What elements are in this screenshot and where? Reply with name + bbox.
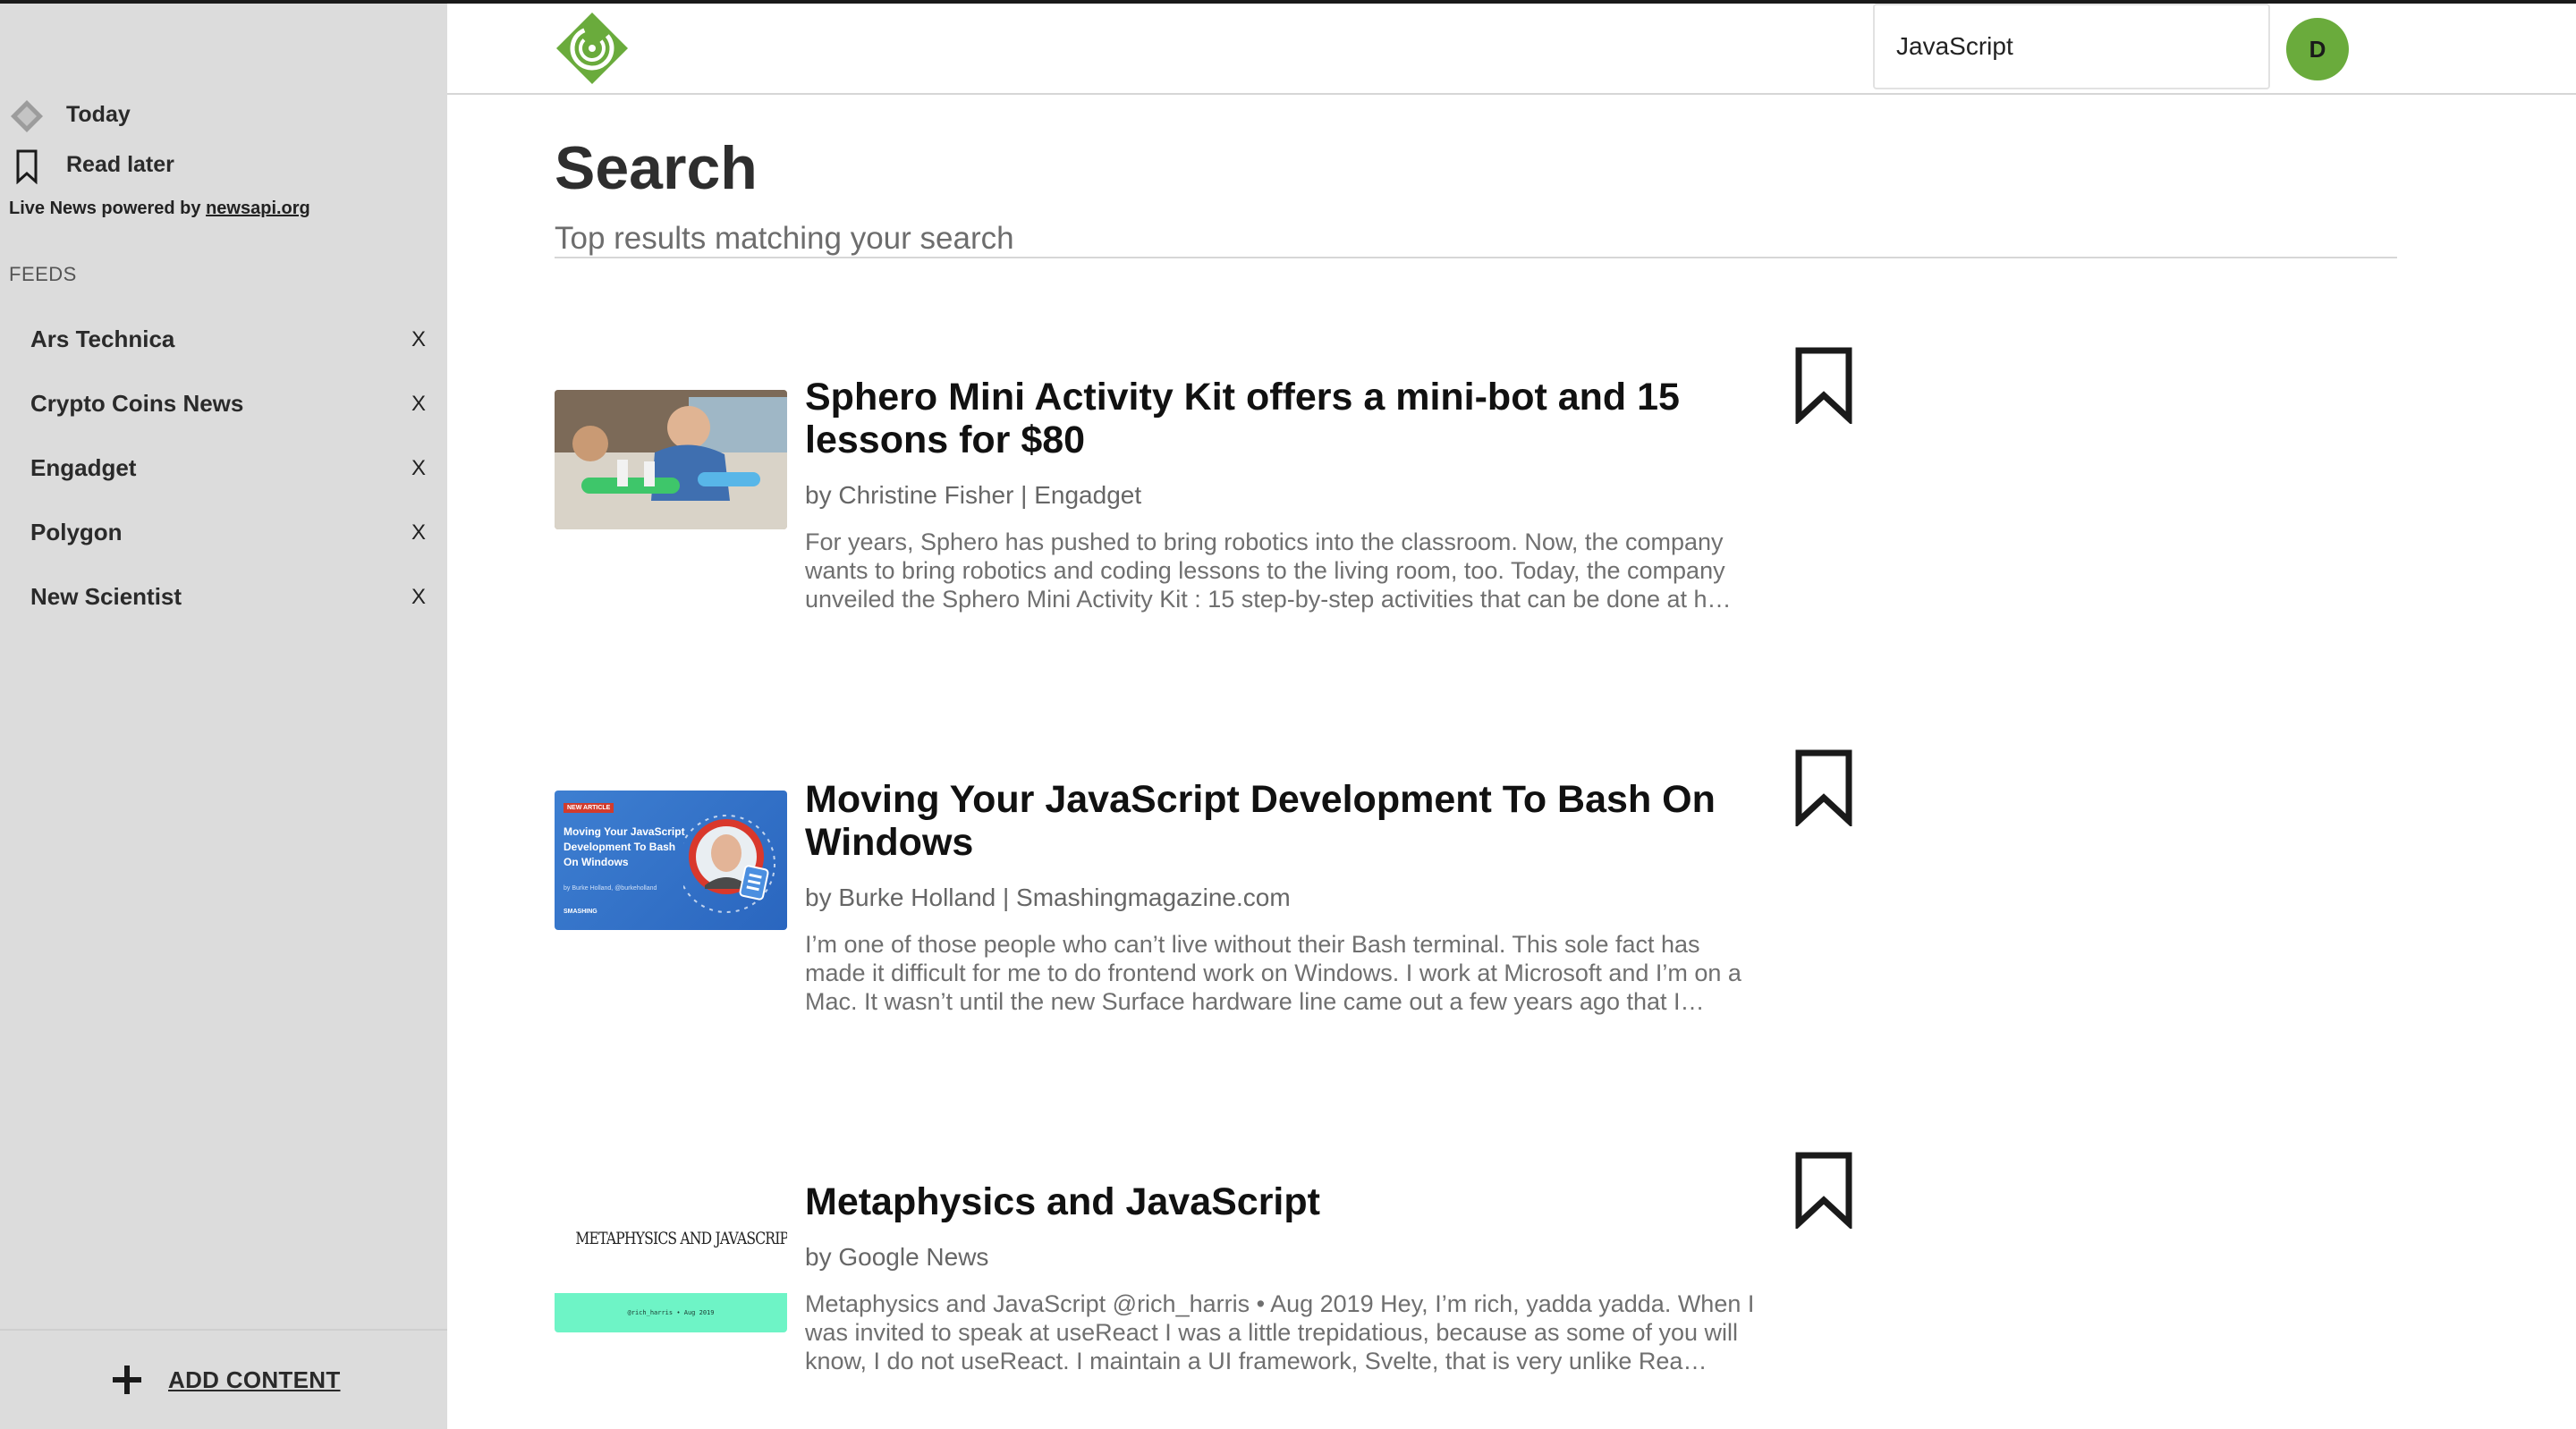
sidebar: Today Read later Live News powered by ne… xyxy=(0,4,447,1429)
remove-feed-button[interactable]: X xyxy=(411,585,426,610)
sidebar-item-label: Today xyxy=(66,101,131,127)
header-divider xyxy=(447,93,2576,95)
thumbnail-author: by Burke Holland, @burkeholland xyxy=(564,885,657,892)
app-logo-icon[interactable] xyxy=(555,11,630,86)
article-thumbnail[interactable]: NEW ARTICLE Moving Your JavaScript Devel… xyxy=(555,791,787,930)
bookmark-icon[interactable] xyxy=(1794,1152,1853,1229)
feed-item[interactable]: Polygon X xyxy=(0,506,447,560)
sidebar-divider xyxy=(0,1329,447,1331)
feed-item[interactable]: New Scientist X xyxy=(0,571,447,624)
thumbnail-footer: @rich_harris • Aug 2019 xyxy=(627,1309,715,1316)
search-input[interactable] xyxy=(1873,4,2270,89)
title-divider xyxy=(555,257,2397,258)
article-description: For years, Sphero has pushed to bring ro… xyxy=(805,528,1732,613)
article-description: Metaphysics and JavaScript @rich_harris … xyxy=(805,1290,1755,1374)
author-portrait-icon xyxy=(683,815,775,913)
article-title[interactable]: Moving Your JavaScript Development To Ba… xyxy=(805,778,1726,864)
page-subtitle: Top results matching your search xyxy=(555,221,1014,256)
sidebar-item-label: Read later xyxy=(66,151,174,177)
feed-label: New Scientist xyxy=(30,583,182,610)
feed-item[interactable]: Crypto Coins News X xyxy=(0,377,447,431)
article-byline: by Burke Holland | Smashingmagazine.com xyxy=(805,884,1291,911)
bookmark-icon[interactable] xyxy=(1794,347,1853,424)
feed-label: Crypto Coins News xyxy=(30,390,244,417)
feeds-heading: FEEDS xyxy=(9,263,77,285)
article-byline: by Google News xyxy=(805,1243,989,1271)
add-content-label: ADD CONTENT xyxy=(168,1366,341,1393)
bookmark-icon[interactable] xyxy=(1794,749,1853,826)
thumbnail-badge: NEW ARTICLE xyxy=(564,803,614,813)
remove-feed-button[interactable]: X xyxy=(411,392,426,417)
article-title[interactable]: Sphero Mini Activity Kit offers a mini-b… xyxy=(805,376,1726,461)
thumbnail-brand: SMASHING xyxy=(564,909,597,915)
remove-feed-button[interactable]: X xyxy=(411,520,426,545)
article-thumbnail[interactable]: METAPHYSICS AND JAVASCRIPT @rich_harris … xyxy=(555,1193,787,1332)
remove-feed-button[interactable]: X xyxy=(411,456,426,481)
add-content-button[interactable]: ADD CONTENT xyxy=(109,1357,341,1402)
feed-label: Ars Technica xyxy=(30,326,175,352)
feed-item[interactable]: Ars Technica X xyxy=(0,313,447,367)
article-byline: by Christine Fisher | Engadget xyxy=(805,481,1142,509)
article-thumbnail[interactable] xyxy=(555,390,787,529)
powered-prefix: Live News powered by xyxy=(9,199,207,218)
remove-feed-button[interactable]: X xyxy=(411,327,426,352)
page-title: Search xyxy=(555,134,758,202)
thumbnail-title: Moving Your JavaScript Development To Ba… xyxy=(564,825,685,868)
thumbnail-title: METAPHYSICS AND JAVASCRIPT xyxy=(575,1229,787,1248)
today-diamond-icon xyxy=(11,100,43,132)
bookmark-icon xyxy=(16,149,38,184)
feed-label: Engadget xyxy=(30,454,137,481)
feed-item[interactable]: Engadget X xyxy=(0,442,447,495)
avatar[interactable]: D xyxy=(2286,18,2349,80)
plus-icon xyxy=(113,1366,141,1394)
newsapi-link[interactable]: newsapi.org xyxy=(206,199,310,218)
article-photo-icon xyxy=(555,390,787,529)
powered-by-text: Live News powered by newsapi.org xyxy=(9,199,310,219)
article-title[interactable]: Metaphysics and JavaScript xyxy=(805,1180,1726,1223)
article-description: I’m one of those people who can’t live w… xyxy=(805,931,1741,1015)
feed-label: Polygon xyxy=(30,519,123,545)
